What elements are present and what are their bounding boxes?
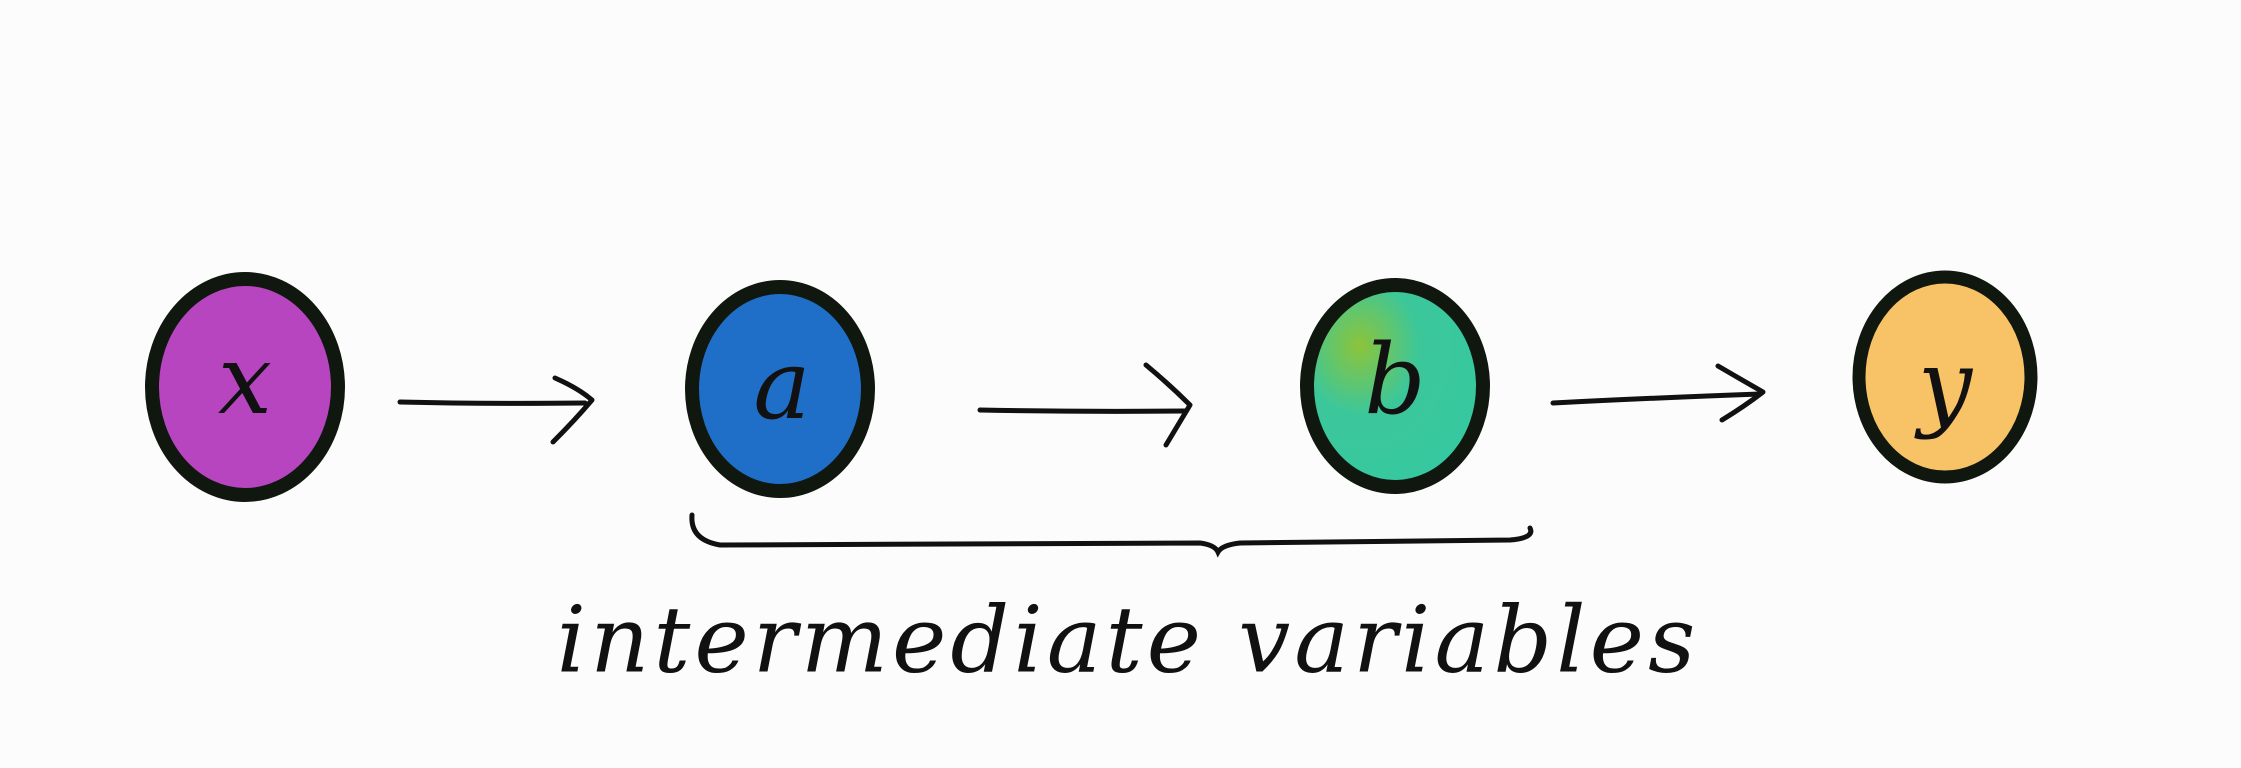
edge-a-to-b: [977, 362, 1193, 448]
node-y: y: [1852, 270, 2038, 484]
node-y-label: y: [1914, 329, 1974, 441]
node-b: b: [1300, 278, 1490, 494]
group-brace: [689, 512, 1534, 558]
node-x-label: x: [218, 324, 272, 436]
diagram-canvas: x a b y intermediate variables: [145, 270, 2038, 694]
node-a-label: a: [753, 329, 810, 441]
group-label: intermediate variables: [557, 587, 1700, 694]
node-b-label: b: [1364, 324, 1425, 436]
node-a: a: [685, 280, 875, 498]
edge-b-to-y: [1550, 363, 1766, 423]
node-x: x: [145, 272, 345, 502]
edge-x-to-a: [397, 375, 595, 445]
